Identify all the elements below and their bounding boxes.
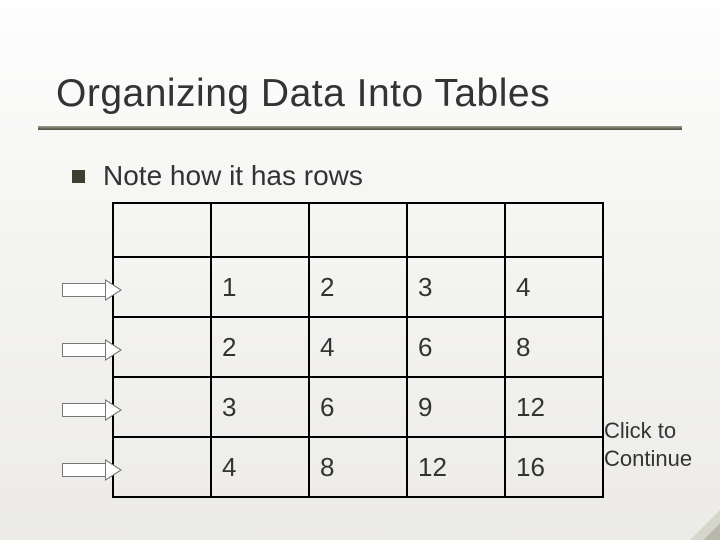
arrow-right-icon [62, 460, 124, 480]
table-cell: 16 [505, 437, 603, 497]
table-row: 3 6 9 12 [113, 377, 603, 437]
table-cell [113, 257, 211, 317]
table-cell [407, 203, 505, 257]
arrow-right-icon [62, 400, 124, 420]
cta-line1: Click to [604, 418, 676, 443]
table-cell [113, 317, 211, 377]
data-table-container: 1 2 3 4 2 4 6 8 3 6 9 12 4 8 12 16 [112, 202, 604, 498]
continue-button[interactable]: Click to Continue [604, 417, 714, 472]
table-cell: 4 [309, 317, 407, 377]
table-cell: 8 [505, 317, 603, 377]
page-curl-icon [690, 510, 720, 540]
table-cell [505, 203, 603, 257]
table-cell [113, 437, 211, 497]
title-underline [38, 126, 682, 130]
table-cell: 4 [505, 257, 603, 317]
table-cell: 12 [407, 437, 505, 497]
table-cell: 3 [211, 377, 309, 437]
table-cell: 8 [309, 437, 407, 497]
table-cell [113, 377, 211, 437]
table-cell: 3 [407, 257, 505, 317]
slide-title: Organizing Data Into Tables [56, 72, 550, 116]
table-row: 1 2 3 4 [113, 257, 603, 317]
bullet-row: Note how it has rows [72, 160, 363, 192]
arrow-right-icon [62, 340, 124, 360]
table-cell [113, 203, 211, 257]
table-cell [211, 203, 309, 257]
table-row: 2 4 6 8 [113, 317, 603, 377]
table-cell: 12 [505, 377, 603, 437]
table-cell: 2 [309, 257, 407, 317]
table-cell: 4 [211, 437, 309, 497]
table-cell: 6 [309, 377, 407, 437]
table-row [113, 203, 603, 257]
table-cell: 2 [211, 317, 309, 377]
table-cell [309, 203, 407, 257]
cta-line2: Continue [604, 446, 692, 471]
table-cell: 9 [407, 377, 505, 437]
table-cell: 6 [407, 317, 505, 377]
arrow-right-icon [62, 280, 124, 300]
square-bullet-icon [72, 170, 85, 183]
data-table: 1 2 3 4 2 4 6 8 3 6 9 12 4 8 12 16 [112, 202, 604, 498]
table-row: 4 8 12 16 [113, 437, 603, 497]
table-cell: 1 [211, 257, 309, 317]
bullet-text: Note how it has rows [103, 160, 363, 192]
